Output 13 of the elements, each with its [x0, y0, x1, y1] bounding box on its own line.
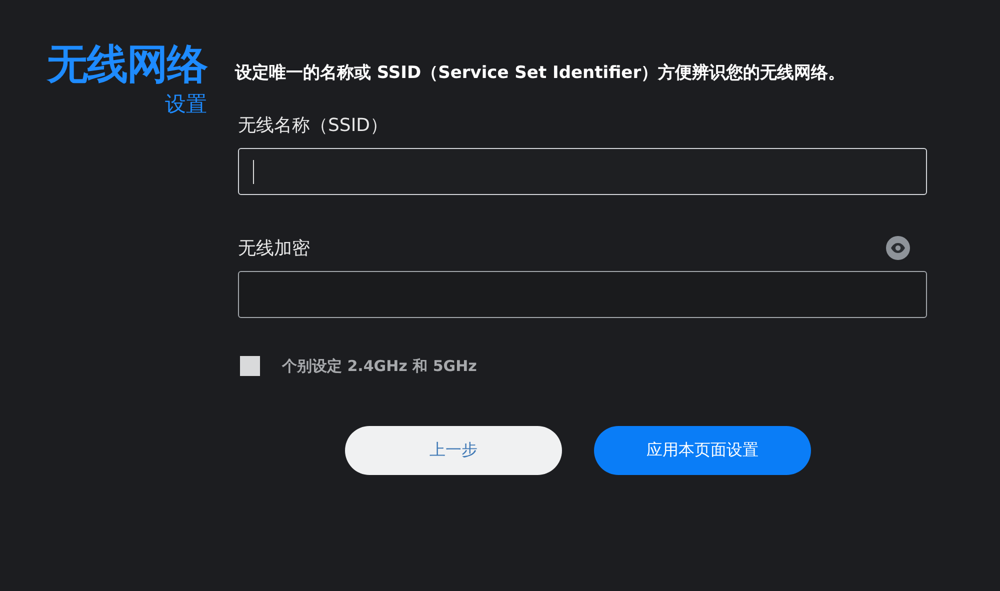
field-label: 无线加密: [238, 237, 310, 260]
field-label: 无线名称（SSID）: [238, 114, 388, 137]
description: 设定唯一的名称或 SSID（Service Set Identifier）方便辨识您的无线网络。: [235, 62, 846, 85]
text-cursor: [253, 160, 254, 184]
page-subtitle: 设置: [165, 91, 207, 118]
checkbox-label: 个别设定 2.4GHz 和 5GHz: [282, 356, 477, 376]
checkbox[interactable]: [240, 356, 260, 376]
input-field[interactable]: [238, 271, 927, 318]
input-field[interactable]: [238, 148, 927, 195]
page-title: 无线网络: [47, 39, 207, 90]
eye-icon[interactable]: [886, 236, 910, 260]
back-button[interactable]: 上一步: [345, 426, 562, 475]
apply-button[interactable]: 应用本页面设置: [594, 426, 811, 475]
